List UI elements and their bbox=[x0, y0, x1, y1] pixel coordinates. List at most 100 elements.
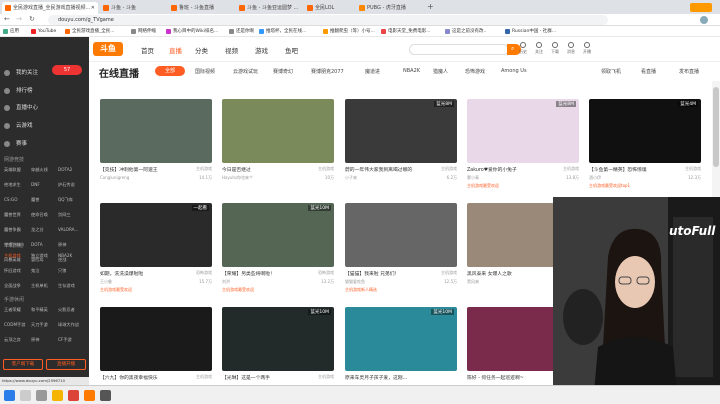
stream-thumbnail[interactable] bbox=[100, 99, 212, 163]
bookmark-item[interactable]: 网络伸缩 bbox=[130, 27, 156, 36]
streamer-name[interactable]: 王小鲁 bbox=[100, 279, 112, 285]
game-link[interactable]: 英雄联盟 bbox=[4, 165, 31, 176]
bookmark-item[interactable]: Russian中国 - 社群... bbox=[504, 27, 566, 36]
site-logo[interactable]: 斗鱼 bbox=[93, 42, 123, 56]
chrome-icon[interactable] bbox=[68, 390, 79, 401]
stream-card[interactable]: 蓝光4M 【斗鱼第一精英】恐怖惊魂 主机游戏 酒小伊 12.3万 主机游戏最受欢迎top1 bbox=[589, 99, 701, 191]
bookmark-item[interactable]: 推塔杯，全民在线... bbox=[258, 27, 320, 36]
start-icon[interactable] bbox=[4, 390, 15, 401]
nav-home[interactable]: 首页 bbox=[141, 45, 154, 55]
stream-card[interactable]: 蓝光8M 蔚的一年伟大家我到离喝过哪的 主机游戏 小子来 6.2万 bbox=[345, 99, 457, 191]
client-download-button[interactable]: 客户端下载 bbox=[3, 359, 43, 370]
stream-card[interactable]: 【猫猫】我来啦 兄弟们！ 主机游戏 猫猫爱吃鱼 12.5万 主机游戏新人精选 bbox=[345, 203, 457, 295]
browser-tab[interactable]: 斗鱼 - 斗鱼亚运圆梦 ... bbox=[236, 2, 302, 14]
publish-live-link[interactable]: 发布直播 bbox=[679, 68, 699, 75]
game-link[interactable]: QQ飞车 bbox=[58, 195, 85, 206]
game-link[interactable]: DOTA2 bbox=[58, 165, 85, 176]
sidebar-item-follow[interactable]: 我的关注 bbox=[4, 68, 38, 76]
streamer-name[interactable]: 刘洪 bbox=[222, 279, 230, 285]
streamer-name[interactable]: 蒙小青 bbox=[467, 175, 479, 181]
stream-thumbnail[interactable]: 蓝光10M bbox=[222, 307, 334, 371]
game-link[interactable]: 和平精英 bbox=[31, 305, 58, 316]
streamer-name[interactable]: 猫猫爱吃鱼 bbox=[345, 279, 365, 285]
sidebar-item-center[interactable]: 直播中心 bbox=[4, 103, 38, 111]
nav-video[interactable]: 视频 bbox=[225, 45, 238, 55]
streamer-name[interactable]: 酒小伊 bbox=[589, 175, 601, 181]
browser-tab[interactable]: 全民游戏直播_全民游戏直播视频... ✕ bbox=[2, 2, 98, 14]
stream-thumbnail[interactable]: 一起看 bbox=[100, 203, 212, 267]
bookmark-item[interactable]: 全民游戏直播_全民... bbox=[64, 27, 128, 36]
obs-icon[interactable] bbox=[100, 390, 111, 401]
history-button[interactable]: 历史 bbox=[517, 42, 529, 55]
game-link[interactable]: 使命召唤 bbox=[31, 210, 58, 221]
category-tab[interactable]: 恐怖游戏 bbox=[465, 68, 485, 75]
category-tab[interactable]: 云游戏试玩 bbox=[233, 68, 258, 75]
stream-category[interactable]: 主机游戏 bbox=[318, 166, 334, 172]
game-link[interactable]: 龙之谷 bbox=[31, 225, 58, 236]
bookmark-item[interactable]: YouTube bbox=[30, 27, 56, 36]
bookmark-item[interactable]: 这是之前没有改.. bbox=[444, 27, 502, 36]
game-link[interactable]: DNF bbox=[31, 180, 58, 191]
stream-thumbnail[interactable]: 蓝光4M bbox=[589, 99, 701, 163]
close-icon[interactable]: ✕ bbox=[91, 2, 95, 14]
stream-category[interactable]: 主机游戏 bbox=[685, 166, 701, 172]
game-link[interactable]: 绝地求生 bbox=[4, 180, 31, 191]
nav-yuba[interactable]: 鱼吧 bbox=[285, 45, 298, 55]
streamer-name[interactable]: Conglunigreng bbox=[100, 175, 129, 180]
stream-thumbnail[interactable]: 蓝光8M bbox=[467, 99, 579, 163]
stream-category[interactable]: 恐怖游戏 bbox=[196, 270, 212, 276]
stream-category[interactable]: 恐怖游戏 bbox=[318, 270, 334, 276]
stream-category[interactable]: 主机游戏 bbox=[441, 270, 457, 276]
game-link[interactable]: 剑网三 bbox=[58, 210, 85, 221]
stream-category[interactable]: 主机游戏 bbox=[196, 166, 212, 172]
category-tab[interactable]: 魔道进 bbox=[365, 68, 380, 75]
game-link[interactable]: 球球大作战 bbox=[58, 320, 85, 331]
game-link[interactable]: 原神 bbox=[31, 335, 58, 346]
bookmark-item[interactable]: 应用 bbox=[2, 27, 19, 36]
browser-tab[interactable]: PUBG - 虎牙直播 bbox=[356, 2, 422, 14]
stream-card[interactable]: 一起看 如期，洗洗澡爆啦啦 恐怖游戏 王小鲁 15.7万 主机游戏最受欢迎 bbox=[100, 203, 212, 295]
game-link[interactable]: 魔兽 bbox=[31, 195, 58, 206]
filter-all-pill[interactable]: 全部 bbox=[155, 66, 185, 76]
category-tab[interactable]: Among Us bbox=[501, 68, 527, 74]
stream-thumbnail[interactable] bbox=[222, 99, 334, 163]
stream-category[interactable]: 主机游戏 bbox=[318, 374, 334, 380]
category-tab[interactable]: 赛博朋克2077 bbox=[311, 68, 344, 75]
claim-plane-link[interactable]: 领取飞机 bbox=[601, 68, 621, 75]
bookmark-item[interactable]: 还是你啊 bbox=[228, 27, 254, 36]
bookmark-item[interactable]: 电影天堂_免费电影... bbox=[380, 27, 442, 36]
stream-thumbnail[interactable] bbox=[100, 307, 212, 371]
game-link[interactable]: CF手游 bbox=[58, 335, 85, 346]
nav-category[interactable]: 分类 bbox=[195, 45, 208, 55]
game-link[interactable]: NBA2K bbox=[58, 251, 85, 262]
stream-thumbnail[interactable]: 蓝光10M bbox=[345, 307, 457, 371]
folder-icon[interactable] bbox=[52, 390, 63, 401]
profile-avatar-icon[interactable] bbox=[700, 16, 708, 24]
game-link[interactable]: 魔兽世界 bbox=[4, 210, 31, 221]
new-tab-icon[interactable]: + bbox=[427, 2, 434, 11]
game-link[interactable]: 怀旧游戏 bbox=[4, 266, 31, 277]
stream-card[interactable]: 今日是否继过 主机游戏 Hayuhs你也来个 10万 bbox=[222, 99, 334, 191]
sidebar-item-rank[interactable]: 排行榜 bbox=[4, 86, 33, 94]
game-link[interactable]: DOTA bbox=[31, 240, 58, 251]
back-icon[interactable]: ← bbox=[4, 15, 10, 23]
stream-category[interactable]: 主机游戏 bbox=[441, 166, 457, 172]
taskview-icon[interactable] bbox=[36, 390, 47, 401]
game-link[interactable]: 魔兽争霸 bbox=[4, 225, 31, 236]
stream-category[interactable]: 主机游戏 bbox=[563, 166, 579, 172]
category-tab[interactable]: 国际视频 bbox=[195, 68, 215, 75]
game-link[interactable]: 鬼泣 bbox=[31, 266, 58, 277]
download-button[interactable]: 下载 bbox=[549, 42, 561, 55]
search-icon[interactable] bbox=[20, 390, 31, 401]
stream-title[interactable]: 原来车灵月子孩子爱，这刚... bbox=[345, 374, 457, 381]
sidebar-item-cloud[interactable]: 云游戏 bbox=[4, 121, 33, 129]
nav-game[interactable]: 游戏 bbox=[255, 45, 268, 55]
message-button[interactable]: 消息 bbox=[565, 42, 577, 55]
browser-tab[interactable]: 全民LOL bbox=[304, 2, 354, 14]
game-link[interactable]: 天刀手游 bbox=[31, 320, 58, 331]
app-icon[interactable] bbox=[84, 390, 95, 401]
streamer-name[interactable]: Hayuhs你也来个 bbox=[222, 175, 253, 181]
stream-card[interactable]: 【竞技】冲刺他第一阿速王 主机游戏 Conglunigreng 14.1万 bbox=[100, 99, 212, 191]
browser-tab[interactable]: 鲁班 - 斗鱼直播 bbox=[168, 2, 234, 14]
url-input[interactable]: douyu.com/g_TVgame bbox=[48, 15, 608, 25]
